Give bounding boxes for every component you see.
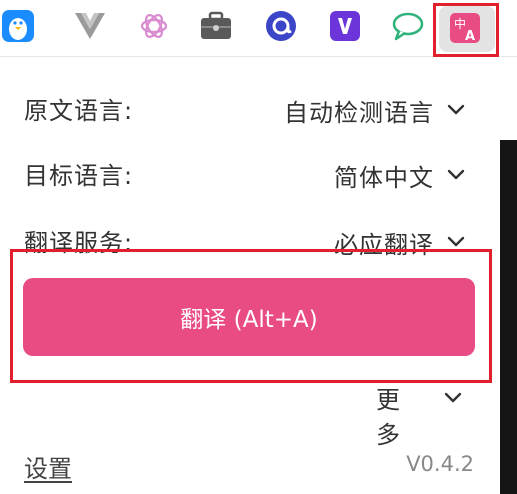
- target-language-label: 目标语言:: [24, 162, 134, 190]
- source-language-select[interactable]: 自动检测语言: [284, 93, 434, 128]
- v-extension-icon[interactable]: [327, 8, 363, 44]
- penguin-icon[interactable]: [0, 8, 36, 44]
- at-mail-icon[interactable]: [263, 8, 299, 44]
- target-language-select[interactable]: 简体中文: [334, 158, 434, 193]
- version-label: V0.4.2: [406, 452, 474, 476]
- target-language-row[interactable]: 目标语言: 简体中文: [24, 152, 470, 192]
- source-language-label: 原文语言:: [24, 97, 134, 125]
- chevron-down-icon: [444, 392, 462, 403]
- settings-link[interactable]: 设置: [24, 449, 72, 484]
- chevron-down-icon[interactable]: [446, 99, 466, 119]
- page-background-strip: [500, 140, 517, 494]
- openai-icon[interactable]: [136, 8, 172, 44]
- translate-button-highlight: [10, 249, 492, 383]
- chat-bubble-icon[interactable]: [390, 8, 426, 44]
- more-label: 更多: [376, 386, 400, 449]
- briefcase-icon[interactable]: [198, 8, 234, 44]
- extensions-toolbar: 中 A: [0, 0, 517, 57]
- chevron-down-icon[interactable]: [446, 164, 466, 184]
- vue-devtools-icon[interactable]: [72, 8, 108, 44]
- translate-extension-highlight: [433, 3, 499, 57]
- chevron-down-icon[interactable]: [446, 231, 466, 251]
- source-language-row[interactable]: 原文语言: 自动检测语言: [24, 87, 470, 127]
